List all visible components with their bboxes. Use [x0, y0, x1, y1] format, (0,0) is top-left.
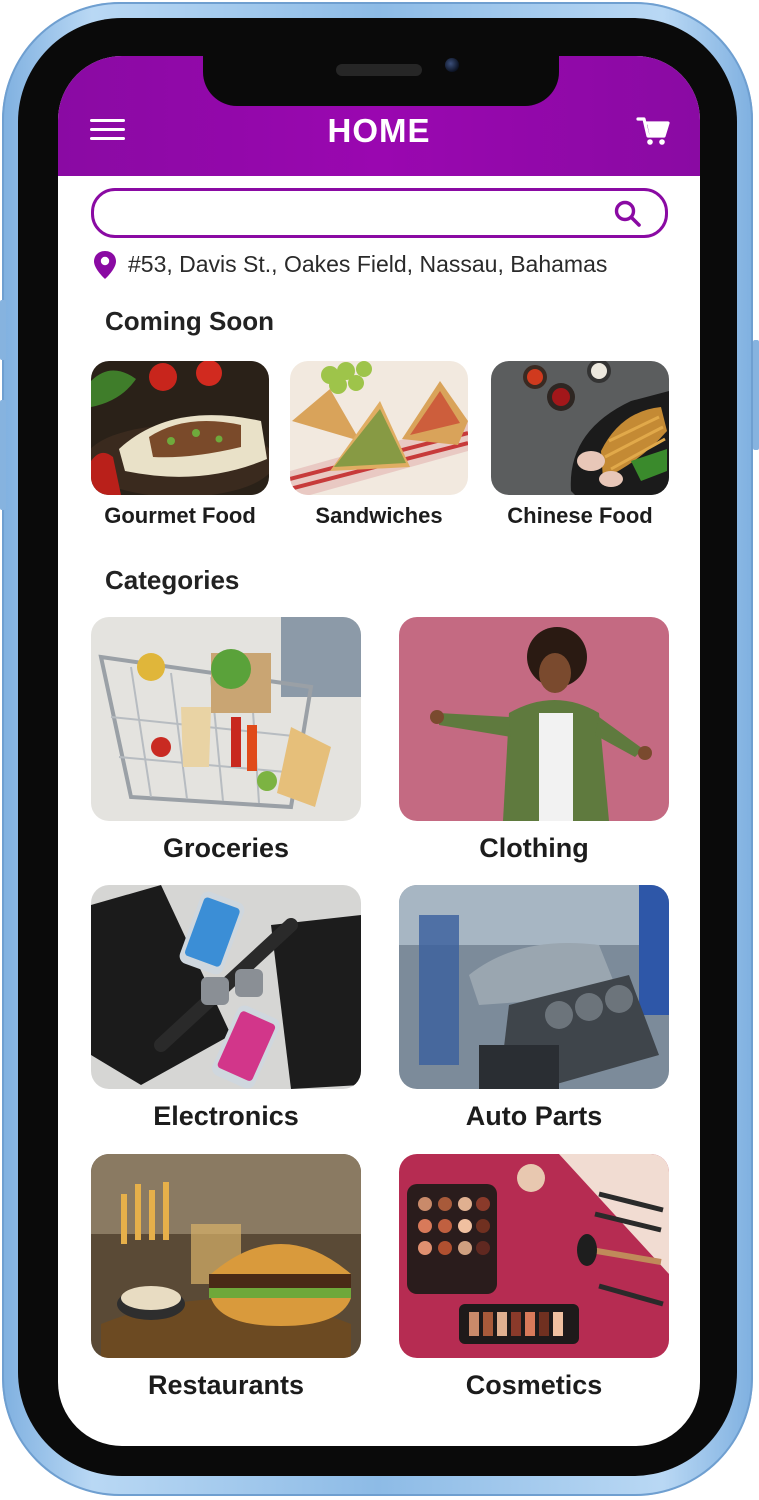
category-label: Groceries [162, 833, 290, 863]
page-title: HOME [327, 112, 431, 149]
category-label: Electronics [153, 1101, 299, 1131]
app-screen: HOME #53, Davis St., Oakes Field, Nassau… [58, 56, 700, 1446]
auto-parts-image [399, 885, 669, 1089]
speaker-grille [336, 64, 422, 76]
front-camera [445, 58, 459, 72]
electronics-image [91, 885, 361, 1089]
category-label: Clothing [479, 833, 589, 863]
categories-heading: Categories [105, 565, 240, 595]
category-label: Cosmetics [465, 1370, 603, 1400]
cosmetics-image [399, 1154, 669, 1358]
search-icon[interactable] [613, 199, 643, 229]
coming-soon-label: Chinese Food [507, 503, 653, 528]
chinese-food-image [491, 361, 669, 495]
location-pin-icon [92, 250, 118, 280]
coming-soon-label: Sandwiches [315, 503, 443, 528]
device-notch [203, 56, 559, 106]
device-side-button [0, 300, 6, 360]
groceries-image [91, 617, 361, 821]
location-row[interactable]: #53, Davis St., Oakes Field, Nassau, Bah… [92, 248, 682, 280]
sandwiches-image [290, 361, 468, 495]
gourmet-food-image [91, 361, 269, 495]
delivery-address: #53, Davis St., Oakes Field, Nassau, Bah… [128, 251, 608, 277]
search-input[interactable] [112, 197, 596, 231]
device-side-button [0, 400, 6, 510]
restaurants-image [91, 1154, 361, 1358]
search-bar[interactable] [91, 188, 668, 238]
shopping-cart-icon[interactable] [636, 114, 670, 148]
clothing-image [399, 617, 669, 821]
category-label: Auto Parts [465, 1101, 603, 1131]
device-side-button [753, 340, 759, 450]
hamburger-menu-icon[interactable] [90, 116, 125, 144]
coming-soon-label: Gourmet Food [104, 503, 256, 528]
category-label: Restaurants [147, 1370, 305, 1400]
coming-soon-heading: Coming Soon [105, 306, 274, 336]
